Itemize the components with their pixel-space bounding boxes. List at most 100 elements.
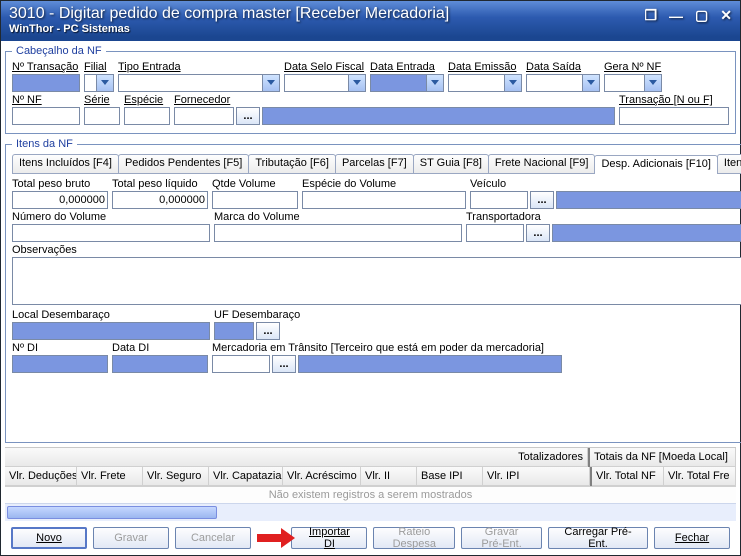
carregar-pre-ent-button[interactable]: Carregar Pré-Ent. [548,527,648,549]
grid-header-totais-nf: Totais da NF [Moeda Local] [590,448,736,467]
label-filial: Filial [84,61,114,73]
novo-button[interactable]: Novo [11,527,87,549]
select-tipo-entrada[interactable] [118,74,280,92]
grid-no-records: Não existem registros a serem mostrados [5,486,736,503]
label-data-saida: Data Saída [526,61,600,73]
label-transportadora: Transportadora [466,211,741,223]
minimize-icon[interactable]: — [669,8,683,24]
grid-header-totalizadores: Totalizadores [5,448,588,467]
label-n-transacao: Nº Transação [12,61,80,73]
col-vlr-deducoes[interactable]: Vlr. Deduções [5,467,77,486]
importar-di-button[interactable]: Importar DI [291,527,367,549]
input-transportadora-desc[interactable] [552,224,741,242]
label-total-peso-bruto: Total peso bruto [12,178,108,190]
label-marca-volume: Marca do Volume [214,211,462,223]
input-qtde-volume[interactable] [212,191,298,209]
select-filial[interactable] [84,74,114,92]
tab-itens-incluidos[interactable]: Itens Incluídos [F4] [12,154,119,173]
col-vlr-capatazia[interactable]: Vlr. Capatazia [209,467,283,486]
col-vlr-frete[interactable]: Vlr. Frete [77,467,143,486]
button-bar: Novo Gravar Cancelar Importar DI Rateio … [5,521,736,555]
close-icon[interactable]: ✕ [720,7,732,24]
label-n-nf: Nº NF [12,94,80,106]
tab-st-guia[interactable]: ST Guia [F8] [413,154,489,173]
label-observacoes: Observações [12,244,741,256]
col-base-ipi[interactable]: Base IPI [417,467,483,486]
input-total-peso-bruto[interactable] [12,191,108,209]
input-uf-desembaraco[interactable] [214,322,254,340]
window-subtitle: WinThor - PC Sistemas [9,23,732,35]
itens-legend: Itens da NF [12,138,77,150]
label-data-di: Data DI [112,342,208,354]
label-data-selo-fiscal: Data Selo Fiscal [284,61,366,73]
input-n-di[interactable] [12,355,108,373]
input-veiculo-desc[interactable] [556,191,741,209]
tab-parcelas[interactable]: Parcelas [F7] [335,154,414,173]
label-mercadoria-transito: Mercadoria em Trânsito [Terceiro que est… [212,342,562,354]
gravar-pre-ent-button[interactable]: Gravar Pré-Ent. [461,527,542,549]
itens-tabs: Itens Incluídos [F4] Pedidos Pendentes [… [12,154,741,174]
label-total-peso-liquido: Total peso líquido [112,178,208,190]
col-vlr-ii[interactable]: Vlr. II [361,467,417,486]
input-serie[interactable] [84,107,120,125]
label-fornecedor: Fornecedor [174,94,615,106]
input-fornecedor-nome[interactable] [262,107,615,125]
cancelar-button[interactable]: Cancelar [175,527,251,549]
input-transacao-nouf[interactable] [619,107,729,125]
input-n-transacao[interactable] [12,74,80,92]
label-uf-desembaraco: UF Desembaraço [214,309,334,321]
lookup-uf-desembaraco-button[interactable]: ... [256,322,280,340]
fechar-button[interactable]: Fechar [654,527,730,549]
input-fornecedor-cod[interactable] [174,107,234,125]
window-title: 3010 - Digitar pedido de compra master [… [9,5,732,23]
label-numero-volume: Número do Volume [12,211,210,223]
col-vlr-acrescimo[interactable]: Vlr. Acréscimo [283,467,361,486]
maximize-icon[interactable]: ▢ [695,7,708,24]
input-local-desembaraco[interactable] [12,322,210,340]
input-especie-volume[interactable] [302,191,466,209]
input-mercadoria-desc[interactable] [298,355,562,373]
label-qtde-volume: Qtde Volume [212,178,298,190]
input-total-peso-liquido[interactable] [112,191,208,209]
label-veiculo: Veículo [470,178,741,190]
cabecalho-fieldset: Cabeçalho da NF Nº Transação Filial Tipo… [5,45,736,134]
lookup-transportadora-button[interactable]: ... [526,224,550,242]
gravar-button[interactable]: Gravar [93,527,169,549]
input-data-di[interactable] [112,355,208,373]
tab-frete-nacional[interactable]: Frete Nacional [F9] [488,154,596,173]
col-vlr-seguro[interactable]: Vlr. Seguro [143,467,209,486]
input-especie[interactable] [124,107,170,125]
textarea-observacoes[interactable] [12,257,741,305]
label-especie-volume: Espécie do Volume [302,178,466,190]
label-data-emissao: Data Emissão [448,61,522,73]
input-mercadoria-cod[interactable] [212,355,270,373]
itens-fieldset: Itens da NF Itens Incluídos [F4] Pedidos… [5,138,741,443]
label-data-entrada: Data Entrada [370,61,444,73]
col-vlr-ipi[interactable]: Vlr. IPI [483,467,590,486]
tab-tributacao[interactable]: Tributação [F6] [248,154,336,173]
title-bar: 3010 - Digitar pedido de compra master [… [1,1,740,41]
restore-icon[interactable]: ❐ [644,7,657,24]
input-numero-volume[interactable] [12,224,210,242]
col-vlr-total-nf[interactable]: Vlr. Total NF [592,467,664,486]
grid-h-scrollbar[interactable] [5,503,736,521]
lookup-fornecedor-button[interactable]: ... [236,107,260,125]
col-vlr-total-fre[interactable]: Vlr. Total Fre [664,467,736,486]
label-transacao-nouf: Transação [N ou F] [619,94,729,106]
tab-desp-adicionais[interactable]: Desp. Adicionais [F10] [594,155,717,174]
totals-grid: Totalizadores Totais da NF [Moeda Local]… [5,447,736,521]
label-n-di: Nº DI [12,342,108,354]
label-serie: Série [84,94,120,106]
cabecalho-legend: Cabeçalho da NF [12,45,106,57]
input-marca-volume[interactable] [214,224,462,242]
lookup-veiculo-button[interactable]: ... [530,191,554,209]
input-n-nf[interactable] [12,107,80,125]
tab-itens-overflow[interactable]: Itens [717,154,741,173]
input-veiculo-cod[interactable] [470,191,528,209]
label-gera-no-nf: Gera Nº NF [604,61,662,73]
lookup-mercadoria-button[interactable]: ... [272,355,296,373]
rateio-despesa-button[interactable]: Rateio Despesa [373,527,455,549]
label-especie: Espécie [124,94,170,106]
input-transportadora-cod[interactable] [466,224,524,242]
tab-pedidos-pendentes[interactable]: Pedidos Pendentes [F5] [118,154,249,173]
